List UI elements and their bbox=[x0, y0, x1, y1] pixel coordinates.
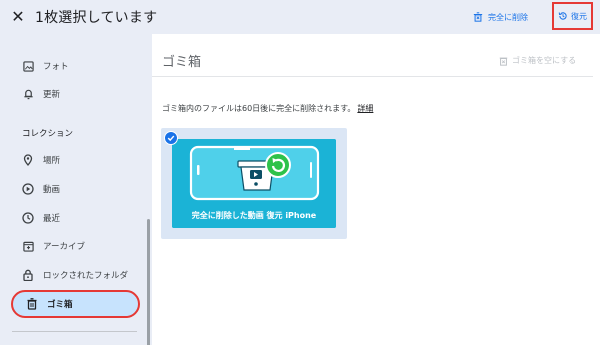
close-icon[interactable]: ✕ bbox=[9, 8, 27, 26]
sidebar-item-photos[interactable]: フォト bbox=[10, 54, 140, 78]
sidebar-item-label: アーカイブ bbox=[43, 242, 85, 252]
main-divider bbox=[152, 76, 593, 77]
clock-icon bbox=[22, 212, 34, 224]
sidebar-item-locked-folder[interactable]: ロックされたフォルダ bbox=[10, 263, 140, 287]
sidebar-item-label: フォト bbox=[43, 62, 69, 72]
top-bar: ✕ 1枚選択しています 完全に削除 復元 bbox=[0, 0, 600, 34]
trash-info-message: ゴミ箱内のファイルは60日後に完全に削除されます。 bbox=[162, 104, 356, 113]
restore-button[interactable]: 復元 bbox=[552, 2, 593, 30]
sidebar: フォト 更新 コレクション 場所 動画 最近 アーカイブ ロックされたフォルダ … bbox=[0, 34, 152, 345]
delete-permanently-button[interactable]: 完全に削除 bbox=[473, 10, 528, 24]
sidebar-item-places[interactable]: 場所 bbox=[10, 148, 140, 172]
sidebar-item-videos[interactable]: 動画 bbox=[10, 177, 140, 201]
lock-icon bbox=[22, 269, 34, 281]
learn-more-link[interactable]: 詳細 bbox=[357, 104, 373, 113]
trash-info-text: ゴミ箱内のファイルは60日後に完全に削除されます。 詳細 bbox=[162, 103, 373, 114]
sidebar-divider bbox=[12, 331, 137, 332]
bell-icon bbox=[22, 88, 34, 100]
sidebar-item-label: 更新 bbox=[43, 90, 61, 100]
thumbnail-caption: 完全に削除した動画 復元 iPhone bbox=[191, 211, 317, 220]
selected-check-icon[interactable] bbox=[164, 131, 178, 145]
sidebar-item-label: 場所 bbox=[43, 156, 61, 166]
main-content: ゴミ箱 ゴミ箱を空にする ゴミ箱内のファイルは60日後に完全に削除されます。 詳細 bbox=[152, 36, 593, 345]
sidebar-item-label: 最近 bbox=[43, 214, 61, 224]
trash-icon bbox=[26, 298, 38, 310]
archive-icon bbox=[22, 240, 34, 252]
sidebar-item-label: 動画 bbox=[43, 185, 61, 195]
trash-outline-icon bbox=[499, 57, 508, 66]
sidebar-item-label: ロックされたフォルダ bbox=[43, 271, 129, 281]
empty-trash-button[interactable]: ゴミ箱を空にする bbox=[499, 55, 576, 66]
collections-heading: コレクション bbox=[22, 129, 74, 139]
video-thumbnail: 完全に削除した動画 復元 iPhone bbox=[172, 139, 336, 228]
play-circle-icon bbox=[22, 183, 34, 195]
sidebar-item-archive[interactable]: アーカイブ bbox=[10, 234, 140, 258]
sidebar-item-trash[interactable]: ゴミ箱 bbox=[11, 290, 140, 318]
sidebar-item-updates[interactable]: 更新 bbox=[10, 82, 140, 106]
sidebar-item-recent[interactable]: 最近 bbox=[10, 206, 140, 230]
location-pin-icon bbox=[22, 154, 34, 166]
sidebar-item-label: ゴミ箱 bbox=[47, 300, 73, 310]
delete-permanently-label: 完全に削除 bbox=[488, 12, 528, 22]
page-title: ゴミ箱 bbox=[162, 55, 202, 70]
selected-photo-tile[interactable]: 完全に削除した動画 復元 iPhone bbox=[161, 128, 347, 239]
photo-icon bbox=[22, 60, 34, 72]
restore-history-icon bbox=[558, 12, 567, 20]
selection-count-title: 1枚選択しています bbox=[35, 10, 158, 26]
restore-label: 復元 bbox=[571, 11, 587, 21]
sidebar-scrollbar[interactable] bbox=[147, 219, 150, 345]
empty-trash-label: ゴミ箱を空にする bbox=[512, 56, 577, 65]
trash-outline-icon bbox=[473, 12, 483, 22]
